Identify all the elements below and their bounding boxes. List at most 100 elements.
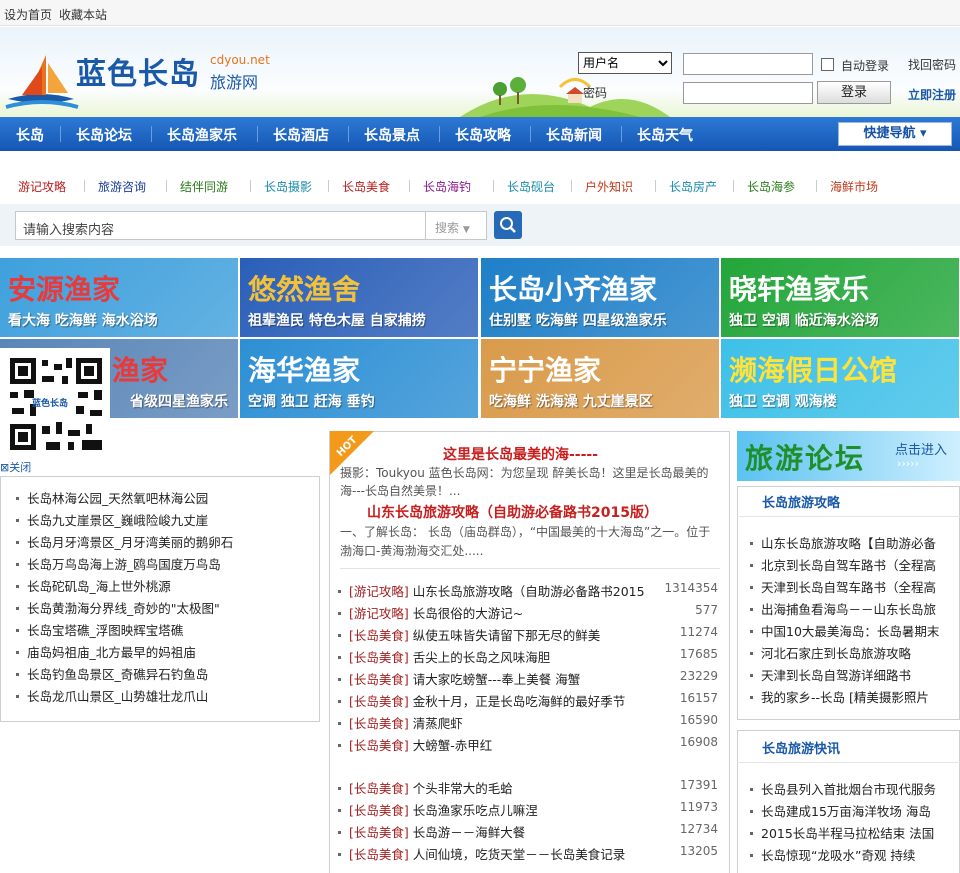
nav-item-changdao[interactable]: 长岛 [16, 125, 44, 145]
attraction-list-item[interactable]: 长岛九丈崖景区_巍峨险峻九丈崖 [14, 510, 208, 529]
subnav-item[interactable]: 长岛海钓 [423, 178, 471, 195]
attraction-list-item[interactable]: 长岛钓鱼岛景区_奇礁异石钓鱼岛 [14, 664, 208, 683]
attraction-list-item[interactable]: 长岛龙爪山景区_山势雄壮龙爪山 [14, 686, 208, 705]
attraction-list-item[interactable]: 长岛林海公园_天然氧吧林海公园 [14, 488, 208, 507]
nav-item-news[interactable]: 长岛新闻 [546, 125, 602, 145]
subnav-item[interactable]: 长岛房产 [669, 178, 717, 195]
attraction-list-item[interactable]: 长岛万鸟岛海上游_鸥鸟国度万鸟岛 [14, 554, 221, 573]
guide-list-item[interactable]: 天津到长岛自驾车路书（全程高 [748, 577, 936, 596]
article-category[interactable]: [游记攻略] [349, 584, 409, 599]
subnav-item[interactable]: 长岛海参 [747, 178, 795, 195]
set-homepage-link[interactable]: 设为首页 [4, 6, 52, 23]
subnav-item[interactable]: 长岛砚台 [507, 178, 555, 195]
guide-list-item[interactable]: 北京到长岛自驾车路书（全程高 [748, 555, 936, 574]
nav-item-guides[interactable]: 长岛攻略 [455, 125, 511, 145]
guide-list-item[interactable]: 出海捕鱼看海鸟－－山东长岛旅 [748, 599, 936, 618]
article-list-item[interactable]: [长岛美食] 大螃蟹-赤甲红 [336, 735, 492, 754]
article-title[interactable]: 纵使五味皆失请留下那无尽的鲜美 [413, 628, 601, 643]
ad-banner[interactable]: 晓轩渔家乐 独卫 空调 临近海水浴场 [721, 258, 959, 337]
search-button[interactable] [494, 211, 522, 239]
article-title[interactable]: 人间仙境，吃货天堂－－长岛美食记录 [413, 847, 626, 862]
article-category[interactable]: [长岛美食] [349, 781, 409, 796]
article-title[interactable]: 清蒸爬虾 [413, 716, 463, 731]
article-list-item[interactable]: [长岛美食] 纵使五味皆失请留下那无尽的鲜美 [336, 625, 600, 644]
article-category[interactable]: [长岛美食] [349, 738, 409, 753]
article-list-item[interactable]: [游记攻略] 山东长岛旅游攻略（自助游必备路书2015 [336, 581, 645, 600]
news-list-item[interactable]: 长岛建成15万亩海洋牧场 海岛 [748, 801, 931, 820]
ad-banner[interactable]: 濒海假日公馆 独卫 空调 观海楼 [721, 339, 959, 418]
article-title[interactable]: 长岛很俗的大游记~ [413, 606, 523, 621]
headline-2[interactable]: 山东长岛旅游攻略（自助游必备路书2015版） [367, 502, 658, 522]
article-list-item[interactable]: [游记攻略] 长岛很俗的大游记~ [336, 603, 523, 622]
subnav-item[interactable]: 长岛美食 [342, 178, 390, 195]
article-title[interactable]: 舌尖上的长岛之风味海胆 [413, 650, 551, 665]
guide-list-item[interactable]: 天津到长岛自驾游详细路书 [748, 665, 911, 684]
article-category[interactable]: [游记攻略] [349, 606, 409, 621]
username-input[interactable] [683, 53, 813, 75]
guide-list-item[interactable]: 我的家乡--长岛 [精美摄影照片 [748, 687, 929, 706]
nav-item-weather[interactable]: 长岛天气 [637, 125, 693, 145]
article-title[interactable]: 请大家吃螃蟹---奉上美餐 海蟹 [413, 672, 581, 687]
guide-list-item[interactable]: 山东长岛旅游攻略【自助游必备 [748, 533, 936, 552]
attraction-list-item[interactable]: 长岛月牙湾景区_月牙湾美丽的鹅卵石 [14, 532, 233, 551]
article-title[interactable]: 个头非常大的毛蛤 [413, 781, 513, 796]
article-category[interactable]: [长岛美食] [349, 672, 409, 687]
ad-banner[interactable]: 长岛小齐渔家 住别墅 吃海鲜 四星级渔家乐 [481, 258, 719, 337]
article-category[interactable]: [长岛美食] [349, 847, 409, 862]
headline-1[interactable]: 这里是长岛最美的海----- [443, 444, 598, 464]
news-list-item[interactable]: 2015长岛半程马拉松结束 法国 [748, 823, 934, 842]
ad-banner[interactable]: 悠然渔舍 祖辈渔民 特色木屋 自家捕捞 [240, 258, 478, 337]
forum-banner[interactable]: 旅游论坛 点击进入 ››››› [737, 431, 960, 481]
subnav-item[interactable]: 游记攻略 [18, 178, 66, 195]
subnav-item[interactable]: 海鲜市场 [830, 178, 878, 195]
article-list-item[interactable]: [长岛美食] 舌尖上的长岛之风味海胆 [336, 647, 550, 666]
subnav-item[interactable]: 旅游咨询 [98, 178, 146, 195]
article-category[interactable]: [长岛美食] [349, 825, 409, 840]
nav-item-forum[interactable]: 长岛论坛 [76, 125, 132, 145]
attraction-list-item[interactable]: 长岛宝塔礁_浮图映辉宝塔礁 [14, 620, 183, 639]
news-list-item[interactable]: 长岛县列入首批烟台市现代服务 [748, 779, 936, 798]
article-category[interactable]: [长岛美食] [349, 628, 409, 643]
guide-list-item[interactable]: 中国10大最美海岛：长岛暑期末 [748, 621, 939, 640]
ad-banner[interactable]: 海华渔家 空调 独卫 赶海 垂钓 [240, 339, 478, 418]
password-input[interactable] [683, 82, 813, 104]
username-type-select[interactable]: 用户名 [578, 52, 672, 74]
attraction-list-item[interactable]: 长岛砣矶岛_海上世外桃源 [14, 576, 171, 595]
article-title[interactable]: 长岛游－－海鲜大餐 [413, 825, 526, 840]
article-title[interactable]: 长岛渔家乐吃点儿嘛涅 [413, 803, 538, 818]
news-list-item[interactable]: 长岛惊现“龙吸水”奇观 持续 [748, 845, 915, 864]
attraction-list-item[interactable]: 长岛黄渤海分界线_奇妙的"太极图" [14, 598, 220, 617]
auto-login-checkbox[interactable] [821, 58, 834, 71]
qr-close-button[interactable]: ⊠关闭 [0, 459, 31, 475]
article-title[interactable]: 山东长岛旅游攻略（自助游必备路书2015 [413, 584, 645, 599]
forgot-password-link[interactable]: 找回密码 [908, 56, 956, 73]
subnav-item[interactable]: 户外知识 [585, 178, 633, 195]
login-button[interactable]: 登录 [817, 81, 891, 104]
subnav-item[interactable]: 长岛摄影 [264, 178, 312, 195]
article-list-item[interactable]: [长岛美食] 请大家吃螃蟹---奉上美餐 海蟹 [336, 669, 580, 688]
article-category[interactable]: [长岛美食] [349, 650, 409, 665]
search-type-select[interactable]: 搜索 ▼ [425, 211, 487, 240]
article-list-item[interactable]: [长岛美食] 个头非常大的毛蛤 [336, 778, 513, 797]
search-input[interactable]: 请输入搜索内容 [15, 211, 426, 240]
forum-enter-link[interactable]: 点击进入 [895, 439, 947, 458]
subnav-item[interactable]: 结伴同游 [180, 178, 228, 195]
article-title[interactable]: 大螃蟹-赤甲红 [413, 738, 493, 753]
article-list-item[interactable]: [长岛美食] 清蒸爬虾 [336, 713, 463, 732]
article-list-item[interactable]: [长岛美食] 长岛渔家乐吃点儿嘛涅 [336, 800, 538, 819]
ad-banner[interactable]: 宁宁渔家 吃海鲜 洗海澡 九丈崖景区 [481, 339, 719, 418]
article-list-item[interactable]: [长岛美食] 长岛游－－海鲜大餐 [336, 822, 525, 841]
article-category[interactable]: [长岛美食] [349, 803, 409, 818]
article-list-item[interactable]: [长岛美食] 金秋十月，正是长岛吃海鲜的最好季节 [336, 691, 625, 710]
quick-nav-button[interactable]: 快捷导航 ▾ [838, 122, 952, 146]
nav-item-attractions[interactable]: 长岛景点 [364, 125, 420, 145]
bookmark-link[interactable]: 收藏本站 [59, 6, 107, 23]
ad-banner[interactable]: 安源渔家 看大海 吃海鲜 海水浴场 [0, 258, 238, 337]
guide-list-item[interactable]: 河北石家庄到长岛旅游攻略 [748, 643, 911, 662]
nav-item-hotels[interactable]: 长岛酒店 [273, 125, 329, 145]
article-category[interactable]: [长岛美食] [349, 694, 409, 709]
nav-item-fisherman-inn[interactable]: 长岛渔家乐 [167, 125, 237, 145]
article-title[interactable]: 金秋十月，正是长岛吃海鲜的最好季节 [413, 694, 626, 709]
article-list-item[interactable]: [长岛美食] 人间仙境，吃货天堂－－长岛美食记录 [336, 844, 625, 863]
register-link[interactable]: 立即注册 [908, 86, 956, 103]
